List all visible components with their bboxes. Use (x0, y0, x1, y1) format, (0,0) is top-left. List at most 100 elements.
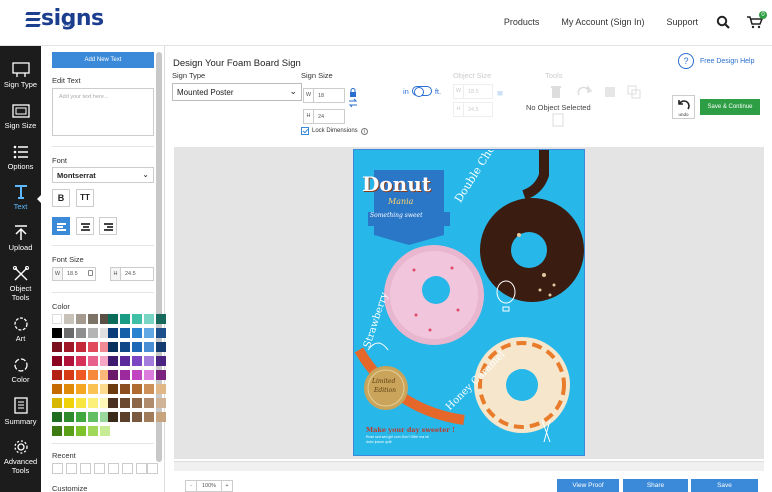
color-swatch[interactable] (144, 342, 154, 352)
color-swatch[interactable] (108, 370, 118, 380)
color-swatch[interactable] (52, 398, 62, 408)
color-swatch[interactable] (120, 342, 130, 352)
color-swatch[interactable] (144, 314, 154, 324)
recent-color-slot[interactable] (147, 463, 158, 474)
color-swatch[interactable] (52, 370, 62, 380)
color-swatch[interactable] (156, 384, 166, 394)
color-swatch[interactable] (76, 384, 86, 394)
font-select[interactable]: Montserrat ⌄ (52, 167, 154, 183)
recent-color-slot[interactable] (122, 463, 133, 474)
edit-text-field[interactable]: Add your text here... (52, 88, 154, 136)
unit-toggle[interactable]: in ft. (403, 86, 441, 97)
info-icon[interactable]: i (360, 127, 368, 135)
color-swatch[interactable] (88, 314, 98, 324)
color-swatch[interactable] (132, 398, 142, 408)
color-swatch[interactable] (132, 328, 142, 338)
lock-icon[interactable] (88, 270, 93, 276)
color-swatch[interactable] (156, 412, 166, 422)
rail-sign-size[interactable]: Sign Size (0, 103, 41, 130)
color-swatch[interactable] (64, 426, 74, 436)
align-right-button[interactable] (99, 217, 117, 235)
rail-art[interactable]: Art (0, 316, 41, 343)
rail-advanced-tools[interactable]: Advanced Tools (0, 439, 41, 475)
color-swatch[interactable] (88, 398, 98, 408)
color-swatch[interactable] (144, 356, 154, 366)
color-swatch[interactable] (156, 342, 166, 352)
color-swatch[interactable] (132, 314, 142, 324)
color-swatch[interactable] (144, 370, 154, 380)
color-swatch[interactable] (108, 314, 118, 324)
color-swatch[interactable] (120, 412, 130, 422)
save-continue-button[interactable]: Save & Continue (700, 99, 760, 115)
color-swatch[interactable] (144, 384, 154, 394)
color-swatch[interactable] (132, 412, 142, 422)
canvas-scrollbar[interactable] (174, 461, 764, 471)
color-swatch[interactable] (156, 314, 166, 324)
font-width-input[interactable]: W 18.5 (52, 267, 96, 281)
cart-icon[interactable]: 0 (746, 11, 767, 29)
color-swatch[interactable] (132, 384, 142, 394)
color-swatch[interactable] (52, 412, 62, 422)
recent-color-slot[interactable] (52, 463, 63, 474)
zoom-out-button[interactable]: - (185, 480, 197, 492)
color-swatch[interactable] (120, 356, 130, 366)
color-swatch[interactable] (76, 356, 86, 366)
recent-color-slot[interactable] (108, 463, 119, 474)
color-swatch[interactable] (88, 356, 98, 366)
view-proof-button[interactable]: View Proof (557, 479, 619, 492)
all-caps-button[interactable]: TT (76, 189, 94, 207)
color-swatch[interactable] (108, 342, 118, 352)
color-swatch[interactable] (64, 384, 74, 394)
color-swatch[interactable] (88, 412, 98, 422)
sign-type-select[interactable]: Mounted Poster ⌄ (172, 83, 302, 101)
search-icon[interactable] (716, 15, 730, 29)
color-swatch[interactable] (52, 426, 62, 436)
save-button[interactable]: Save (691, 479, 758, 492)
color-swatch[interactable] (76, 370, 86, 380)
color-swatch[interactable] (144, 412, 154, 422)
sign-height-input[interactable]: H 24 (303, 109, 345, 124)
color-swatch[interactable] (108, 384, 118, 394)
color-swatch[interactable] (76, 328, 86, 338)
color-swatch[interactable] (120, 398, 130, 408)
align-center-button[interactable] (76, 217, 94, 235)
color-swatch[interactable] (52, 384, 62, 394)
color-swatch[interactable] (144, 398, 154, 408)
sign-width-input[interactable]: W 18 (303, 88, 345, 103)
bold-button[interactable]: B (52, 189, 70, 207)
free-design-help-link[interactable]: ? Free Design Help (678, 53, 754, 69)
color-swatch[interactable] (132, 370, 142, 380)
color-swatch[interactable] (108, 398, 118, 408)
poster-artwork[interactable]: Donut Mania Something sweet Double Choco… (353, 149, 585, 456)
color-swatch[interactable] (88, 328, 98, 338)
font-height-input[interactable]: H 24.5 (110, 267, 154, 281)
rail-upload[interactable]: Upload (0, 225, 41, 252)
add-new-text-button[interactable]: Add New Text (52, 52, 154, 68)
color-swatch[interactable] (144, 328, 154, 338)
lock-icon[interactable] (348, 88, 358, 108)
unit-switch[interactable] (411, 86, 432, 97)
undo-button[interactable]: undo (672, 95, 695, 119)
nav-products[interactable]: Products (504, 17, 540, 27)
color-swatch[interactable] (156, 356, 166, 366)
color-swatch[interactable] (52, 342, 62, 352)
color-swatch[interactable] (76, 426, 86, 436)
color-swatch[interactable] (76, 412, 86, 422)
color-swatch[interactable] (64, 314, 74, 324)
color-swatch[interactable] (64, 356, 74, 366)
color-swatch[interactable] (108, 412, 118, 422)
rail-summary[interactable]: Summary (0, 397, 41, 426)
color-swatch[interactable] (120, 328, 130, 338)
rail-color[interactable]: Color (0, 357, 41, 384)
rail-object-tools[interactable]: Object Tools (0, 266, 41, 302)
color-swatch[interactable] (64, 412, 74, 422)
color-swatch[interactable] (88, 426, 98, 436)
color-swatch[interactable] (156, 398, 166, 408)
color-swatch[interactable] (120, 370, 130, 380)
color-swatch[interactable] (52, 314, 62, 324)
color-swatch[interactable] (52, 356, 62, 366)
color-swatch[interactable] (132, 356, 142, 366)
color-swatch[interactable] (156, 328, 166, 338)
color-swatch[interactable] (52, 328, 62, 338)
lock-dimensions-checkbox[interactable] (301, 127, 309, 135)
